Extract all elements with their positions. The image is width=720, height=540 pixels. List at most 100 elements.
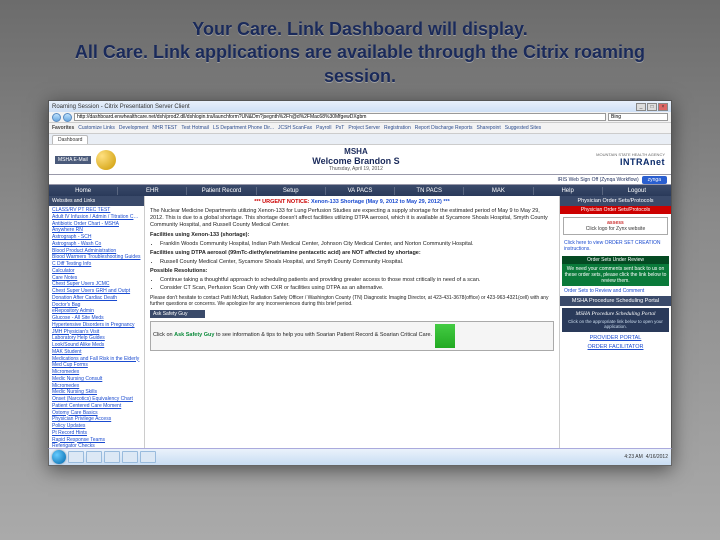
ask-safety-link[interactable]: Ask Safety Guy	[174, 332, 214, 338]
close-button[interactable]: ×	[658, 103, 668, 111]
sidebar-link[interactable]: Rapid Response Teams	[52, 437, 141, 444]
portal-sub: Click on the appropriate link below to o…	[565, 319, 666, 329]
nav-setup[interactable]: Setup	[257, 187, 326, 195]
start-button[interactable]	[52, 450, 66, 464]
address-bar[interactable]: http://dashboard.enwhealthcare.net/dsh/p…	[74, 113, 606, 121]
sidebar-link[interactable]: Anywhere RN	[52, 227, 141, 234]
sidebar-link[interactable]: Policy Updates	[52, 423, 141, 430]
nav-mak[interactable]: MAK	[464, 187, 533, 195]
notice-sub2: Facilities using DTPA aerosol (99mTc-die…	[150, 250, 421, 256]
favorite-link[interactable]: Suggested Sites	[505, 125, 541, 131]
nav-va-pacs[interactable]: VA PACS	[326, 187, 395, 195]
favorite-link[interactable]: NHR TEST	[152, 125, 177, 131]
sidebar-link[interactable]: Chest Super Users GRH and Outpt	[52, 288, 141, 295]
forward-button[interactable]	[63, 113, 72, 122]
sidebar-link[interactable]: JMH Physician's Visit	[52, 329, 141, 336]
org-logo-icon[interactable]	[96, 150, 116, 170]
favorite-link[interactable]: Favorites	[52, 125, 74, 131]
minimize-button[interactable]: _	[636, 103, 646, 111]
provider-portal-link[interactable]: PROVIDER PORTAL	[560, 335, 671, 341]
sidebar-link[interactable]: MAK Student	[52, 349, 141, 356]
favorite-link[interactable]: Project Server	[348, 125, 380, 131]
nav-ehr[interactable]: EHR	[118, 187, 187, 195]
safety-guy-icon	[435, 324, 455, 348]
order-sets-review-link[interactable]: Order Sets to Review and Comment	[564, 288, 644, 294]
sidebar-link[interactable]: Laboratory Help Guides	[52, 335, 141, 342]
sidebar-link[interactable]: Physician Privilege Access	[52, 416, 141, 423]
sidebar-link[interactable]: Astrograph - SCH	[52, 234, 141, 241]
taskbar-media-icon[interactable]	[104, 451, 120, 463]
favorite-link[interactable]: Development	[119, 125, 148, 131]
sidebar-link[interactable]: Glucose - All Site Meds	[52, 315, 141, 322]
sidebar-link[interactable]: Pt Record Hints	[52, 430, 141, 437]
sidebar-link[interactable]: Look/Sound Alike Meds	[52, 342, 141, 349]
tray-date: 4/16/2012	[646, 454, 668, 460]
favorite-link[interactable]: Registration	[384, 125, 411, 131]
sidebar-link[interactable]: Onset (Narcotics) Equivalency Chart	[52, 396, 141, 403]
search-box[interactable]: Bing	[608, 113, 668, 121]
ask-safety-header: Ask Safety Guy	[150, 310, 205, 319]
taskbar-app-icon-2[interactable]	[140, 451, 156, 463]
nav-logout[interactable]: Logout	[603, 187, 671, 195]
resolutions-head: Possible Resolutions:	[150, 268, 207, 274]
sidebar-link[interactable]: Micromedex	[52, 369, 141, 376]
ask-pre: Click on	[153, 332, 174, 338]
favorite-link[interactable]: Test Hotmail	[181, 125, 209, 131]
window-titlebar: Roaming Session - Citrix Presentation Se…	[49, 101, 671, 112]
sidebar-link[interactable]: Care Notes	[52, 275, 141, 282]
email-label[interactable]: MSHA E-Mail	[55, 156, 91, 164]
favorite-link[interactable]: Report Discharge Reports	[415, 125, 473, 131]
sidebar-link[interactable]: Antibiotic Order Chart - MSHA	[52, 221, 141, 228]
sidebar-link[interactable]: CLASS/RV PT REC TEST	[52, 207, 141, 214]
taskbar-ie-icon[interactable]	[68, 451, 84, 463]
favorite-link[interactable]: PsT	[335, 125, 344, 131]
system-tray[interactable]: 4:23 AM 4/16/2012	[624, 454, 668, 460]
orderset-howto-link[interactable]: Click here to view ORDER SET CREATION in…	[564, 240, 661, 252]
browser-tab[interactable]: Dashboard	[52, 135, 88, 144]
sidebar-link[interactable]: Ostomy Care Basics	[52, 410, 141, 417]
favorites-bar: Favorites Customize Links Development NHR T…	[49, 123, 671, 134]
nav-patient-record[interactable]: Patient Record	[187, 187, 256, 195]
order-facilitator-link[interactable]: ORDER FACILITATOR	[560, 344, 671, 350]
back-button[interactable]	[52, 113, 61, 122]
nav-help[interactable]: Help	[534, 187, 603, 195]
sidebar-link[interactable]: Blood Warmers Troubleshooting Guides	[52, 254, 141, 261]
sidebar-link[interactable]: Calculator	[52, 268, 141, 275]
sidebar-link[interactable]: Blood Product Administration	[52, 248, 141, 255]
favorite-link[interactable]: LS Department Phone Dir...	[213, 125, 274, 131]
sidebar-link[interactable]: Medications and Fall Risk in the Elderly	[52, 356, 141, 363]
sidebar-link[interactable]: Chest Super Users JCMC	[52, 281, 141, 288]
maximize-button[interactable]: □	[647, 103, 657, 111]
ask-safety-box: Click on Ask Safety Guy to see informati…	[150, 321, 554, 351]
sidebar-link[interactable]: Hypertensive Disorders in Pregnancy	[52, 322, 141, 329]
favorite-link[interactable]: Sharepoint	[477, 125, 501, 131]
resolution-2: Consider CT Scan, Perfusion Scan Only wi…	[160, 285, 554, 292]
sidebar-link[interactable]: Doctor's Bag	[52, 302, 141, 309]
welcome-user: Welcome Brandon S	[116, 156, 596, 166]
sidebar-link[interactable]: Donation After Cardiac Death	[52, 295, 141, 302]
sidebar-link[interactable]: eRepository Admin	[52, 308, 141, 315]
sidebar-link[interactable]: Medic Nursing Consult	[52, 376, 141, 383]
tray-time: 4:23 AM	[624, 454, 642, 460]
taskbar-explorer-icon[interactable]	[86, 451, 102, 463]
intranet-header: MSHA E-Mail MSHA Welcome Brandon S Thurs…	[49, 145, 671, 175]
sidebar-link[interactable]: Astrograph - Wash Co	[52, 241, 141, 248]
favorite-link[interactable]: Customize Links	[78, 125, 115, 131]
sidebar-link[interactable]: Medic Nursing Skills	[52, 389, 141, 396]
windows-taskbar: 4:23 AM 4/16/2012	[48, 448, 672, 466]
iris-signoff-button[interactable]: zynga	[642, 176, 667, 184]
taskbar-app-icon[interactable]	[122, 451, 138, 463]
header-date: Thursday, April 19, 2012	[116, 166, 596, 172]
sidebar-link[interactable]: Med Cup Forms	[52, 362, 141, 369]
notice-bul2: Russell County Medical Center, Sycamore …	[160, 259, 554, 266]
nav-tn-pacs[interactable]: TN PACS	[395, 187, 464, 195]
favorite-link[interactable]: Payroll	[316, 125, 331, 131]
sidebar-link[interactable]: Patient Centered Care Moment	[52, 403, 141, 410]
sidebar-link[interactable]: Adult IV Infusion / Admin / Titration Ch…	[52, 214, 141, 221]
rc-head-scheduling: MSHA Procedure Scheduling Portal	[560, 296, 671, 306]
favorite-link[interactable]: JCSH ScanFax	[278, 125, 312, 131]
sidebar-link[interactable]: C Diff Testing Info	[52, 261, 141, 268]
sidebar-link[interactable]: Micromedex	[52, 383, 141, 390]
sidebar-heading: Websites and Links	[49, 196, 144, 206]
nav-home[interactable]: Home	[49, 187, 118, 195]
